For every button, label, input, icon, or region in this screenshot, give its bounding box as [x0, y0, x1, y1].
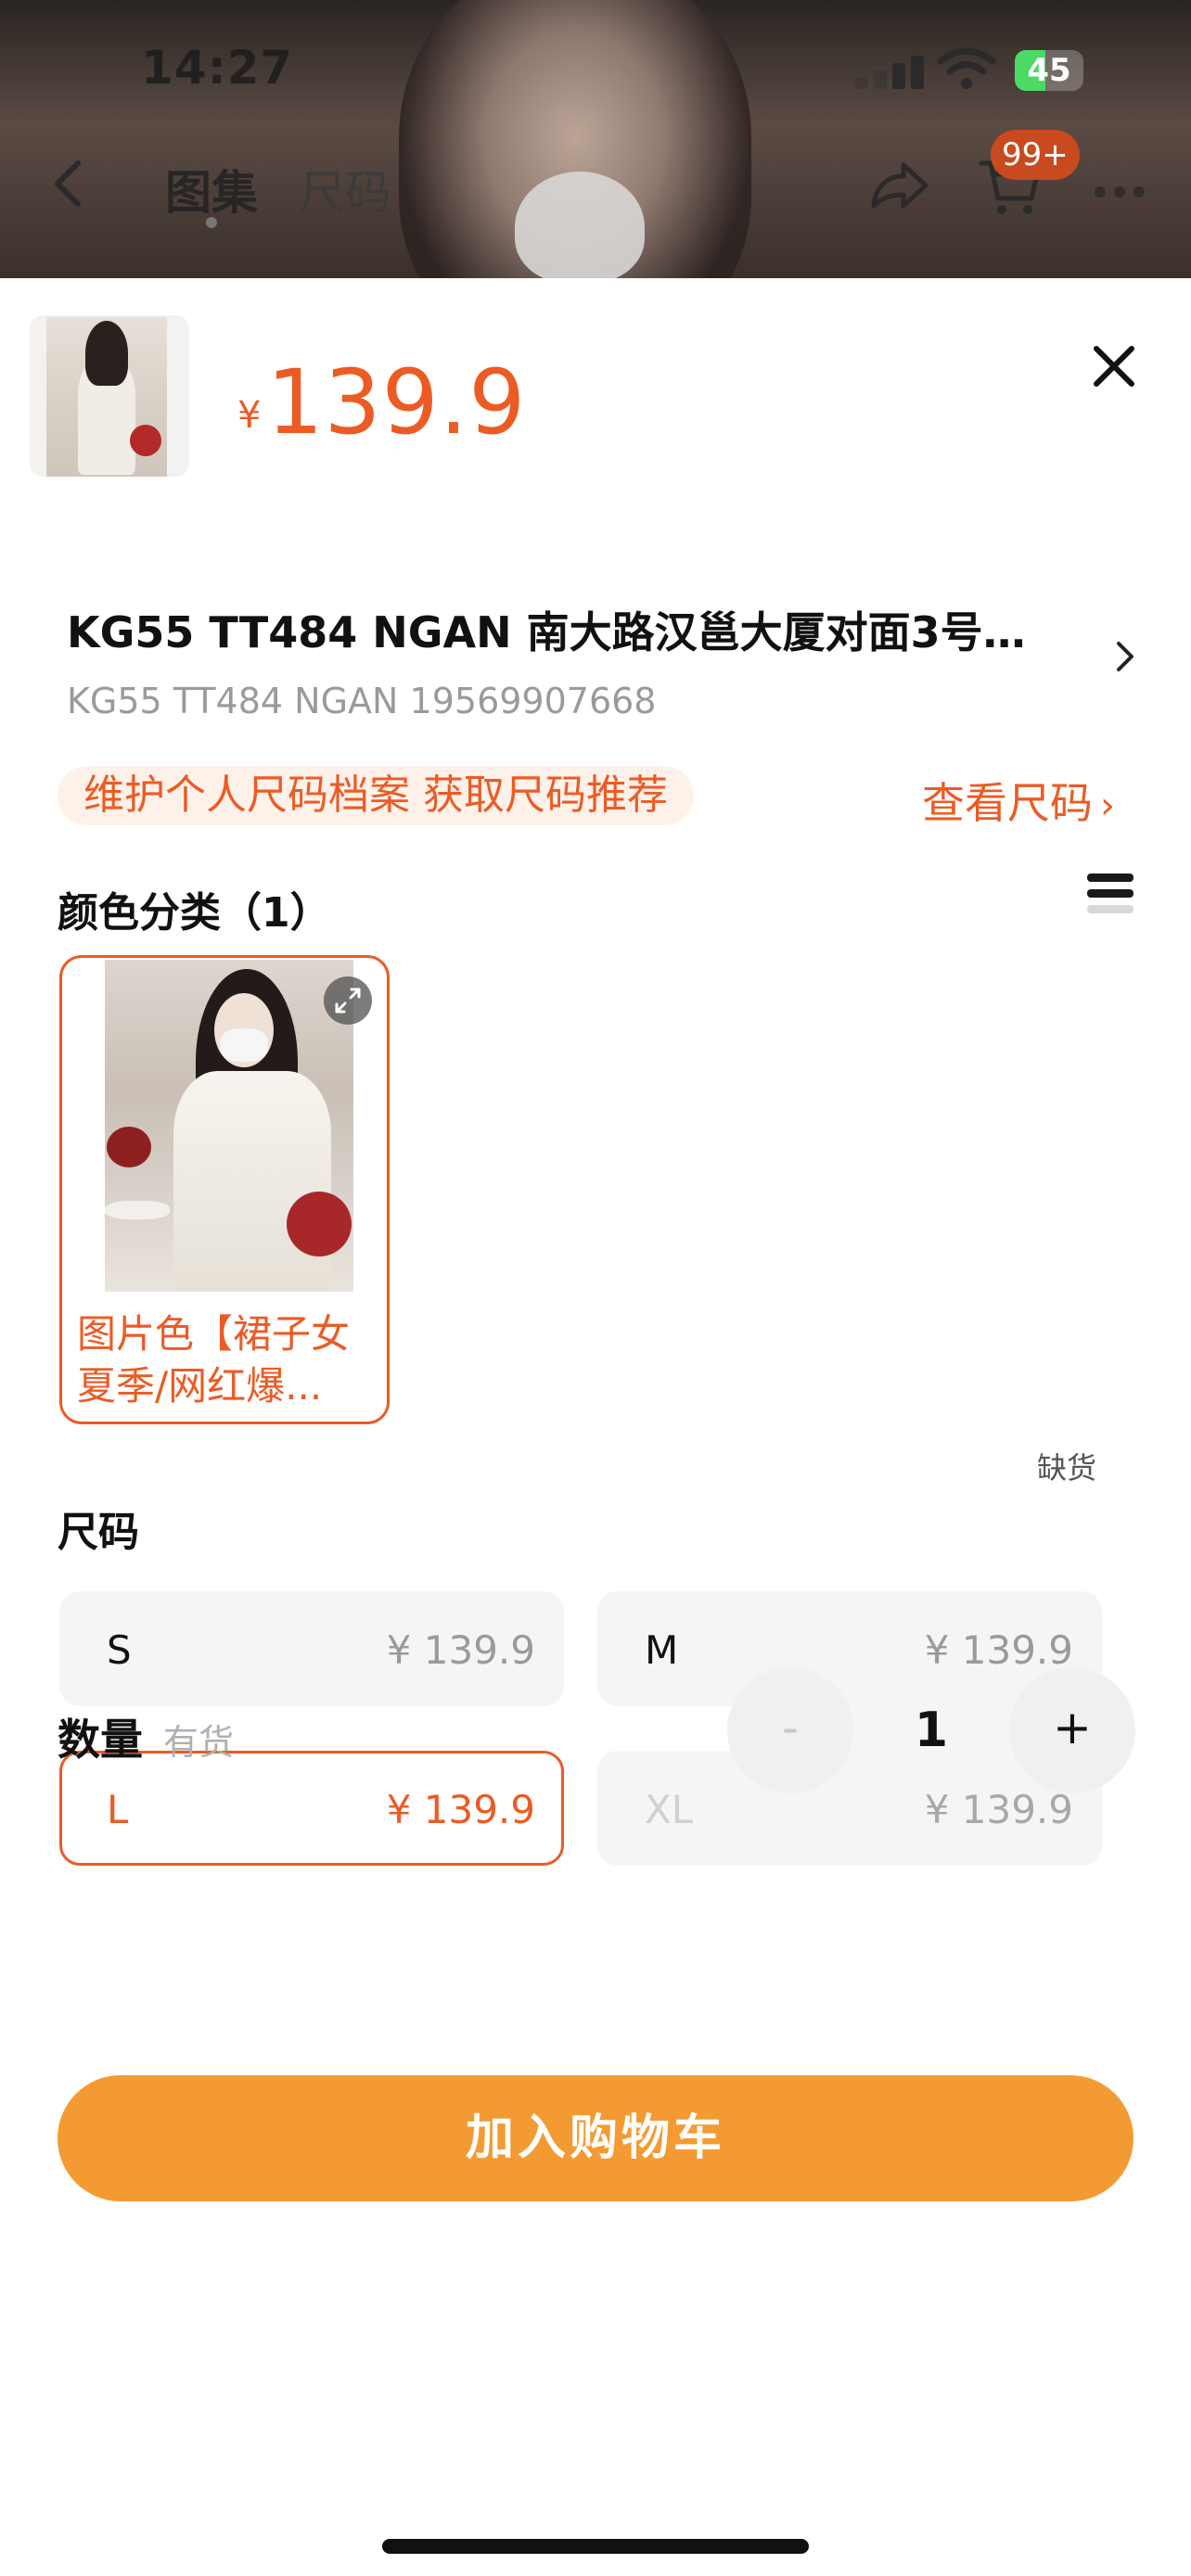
tab-indicator [206, 217, 217, 228]
battery-icon: 45 [1015, 50, 1083, 91]
color-option-image [105, 960, 353, 1292]
size-name: M [645, 1627, 679, 1673]
size-name: XL [645, 1787, 694, 1832]
size-option-l[interactable]: L ¥ 139.9 [59, 1751, 564, 1866]
increase-button[interactable]: + [1009, 1667, 1135, 1793]
stock-status: 有货 [163, 1722, 235, 1763]
product-price: ¥139.9 [237, 351, 526, 454]
size-name: S [107, 1627, 132, 1673]
sku-selector-sheet: ¥139.9 KG55 TT484 NGAN 南大路汉邕大厦对面3号仓... K… [0, 278, 1191, 2576]
out-of-stock-badge: 缺货 [1024, 1441, 1110, 1495]
back-button[interactable] [48, 156, 89, 215]
size-section-title: 尺码 [58, 1509, 139, 1556]
view-size-link[interactable]: 查看尺码 › [922, 770, 1115, 831]
decrease-button[interactable]: - [727, 1667, 853, 1793]
shop-subtitle: KG55 TT484 NGAN 19569907668 [67, 681, 657, 721]
color-section-title: 颜色分类（1） [58, 889, 331, 937]
more-icon[interactable] [1095, 184, 1153, 201]
currency-symbol: ¥ [237, 394, 262, 437]
quantity-value[interactable]: 1 [853, 1667, 1009, 1793]
cart-count-badge: 99+ [991, 130, 1080, 180]
size-option-s[interactable]: S ¥ 139.9 [59, 1591, 564, 1706]
chevron-right-icon: › [1100, 784, 1115, 827]
wifi-icon [937, 46, 996, 95]
price-value: 139.9 [266, 351, 527, 454]
shop-title: KG55 TT484 NGAN 南大路汉邕大厦对面3号仓... [67, 607, 1059, 657]
tab-gallery[interactable]: 图集 [165, 156, 258, 223]
view-size-label: 查看尺码 [922, 778, 1093, 828]
chevron-right-icon [1113, 638, 1137, 679]
expand-icon[interactable] [324, 976, 372, 1025]
share-icon[interactable] [866, 158, 931, 217]
product-thumbnail[interactable] [30, 315, 189, 477]
quantity-stepper: - 1 + [727, 1667, 1135, 1793]
shop-address-row[interactable]: KG55 TT484 NGAN 南大路汉邕大厦对面3号仓... KG55 TT4… [67, 599, 1143, 721]
tab-size[interactable]: 尺码 [299, 156, 391, 223]
model-mask [515, 172, 645, 278]
home-indicator [382, 2539, 809, 2554]
list-view-icon[interactable] [1087, 874, 1133, 921]
battery-level: 45 [1027, 52, 1071, 89]
size-price: ¥ 139.9 [924, 1627, 1073, 1673]
close-icon[interactable] [1091, 343, 1137, 393]
quantity-label: 数量 [58, 1715, 143, 1765]
color-option-label: 图片色【裙子女夏季/网红爆... [77, 1311, 351, 1409]
size-profile-tip[interactable]: 维护个人尺码档案 获取尺码推荐 [58, 766, 694, 825]
color-option-card[interactable]: 图片色【裙子女夏季/网红爆... [59, 955, 390, 1424]
size-price: ¥ 139.9 [386, 1787, 535, 1832]
size-name: L [107, 1787, 129, 1832]
status-time: 14:27 [141, 41, 294, 95]
size-price: ¥ 139.9 [924, 1787, 1073, 1832]
size-price: ¥ 139.9 [386, 1627, 535, 1673]
cellular-signal-icon [855, 52, 929, 89]
add-to-cart-button[interactable]: 加入购物车 [58, 2075, 1133, 2201]
